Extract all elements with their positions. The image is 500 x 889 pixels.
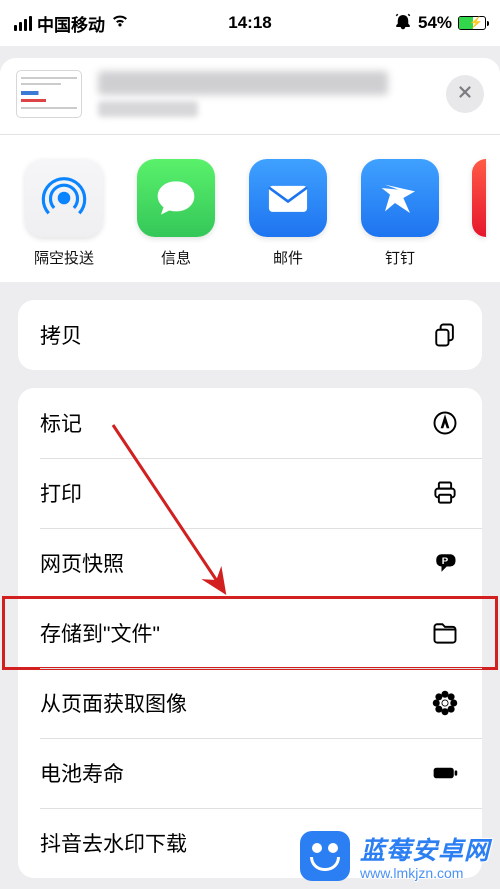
actions-block-main: 标记 打印 网页快照 P 存储到"文件" 从页面获取图像 电池寿命 [18, 388, 482, 878]
action-label: 打印 [40, 478, 82, 508]
clock: 14:18 [228, 13, 271, 33]
web-snapshot-icon: P [430, 549, 460, 577]
battery-icon: ⚡ [458, 16, 486, 30]
weibo-icon-partial [472, 159, 486, 237]
share-sheet-header [0, 58, 500, 134]
action-save-to-files[interactable]: 存储到"文件" [18, 598, 482, 668]
share-app-mail[interactable]: 邮件 [248, 159, 328, 268]
action-copy[interactable]: 拷贝 [18, 300, 482, 370]
action-label: 电池寿命 [40, 758, 124, 788]
share-app-label: 信息 [161, 247, 191, 268]
action-label: 网页快照 [40, 548, 124, 578]
folder-icon [430, 619, 460, 647]
battery-full-icon [430, 759, 460, 787]
actions-block-copy: 拷贝 [18, 300, 482, 370]
watermark-url: www.lmkjzn.com [360, 865, 490, 881]
copy-icon [430, 321, 460, 349]
cellular-signal-icon [14, 16, 32, 31]
svg-text:P: P [442, 556, 449, 567]
document-title-redacted [98, 71, 388, 95]
share-app-label: 隔空投送 [34, 247, 94, 268]
dingtalk-icon [361, 159, 439, 237]
action-web-snapshot[interactable]: 网页快照 P [18, 528, 482, 598]
action-label: 从页面获取图像 [40, 688, 187, 718]
share-app-label: 钉钉 [385, 247, 415, 268]
watermark-logo-icon [300, 831, 350, 881]
wifi-icon [110, 13, 130, 33]
action-label: 标记 [40, 408, 82, 438]
share-app-airdrop[interactable]: 隔空投送 [24, 159, 104, 268]
document-thumbnail [16, 70, 82, 118]
share-app-more-peek[interactable] [472, 159, 486, 268]
markup-icon [430, 409, 460, 437]
action-battery-life[interactable]: 电池寿命 [18, 738, 482, 808]
action-label: 拷贝 [40, 320, 82, 350]
messages-icon [137, 159, 215, 237]
share-app-label: 邮件 [273, 247, 303, 268]
share-app-messages[interactable]: 信息 [136, 159, 216, 268]
status-bar: 中国移动 14:18 54% ⚡ [0, 0, 500, 46]
watermark-text: 蓝莓安卓网 [360, 831, 490, 867]
share-app-dingtalk[interactable]: 钉钉 [360, 159, 440, 268]
action-markup[interactable]: 标记 [18, 388, 482, 458]
action-get-images[interactable]: 从页面获取图像 [18, 668, 482, 738]
close-button[interactable] [446, 75, 484, 113]
airdrop-icon [25, 159, 103, 237]
action-print[interactable]: 打印 [18, 458, 482, 528]
flower-icon [430, 689, 460, 717]
mail-icon [249, 159, 327, 237]
print-icon [430, 479, 460, 507]
action-label: 抖音去水印下载 [40, 828, 187, 858]
close-icon [456, 83, 474, 106]
document-subtitle-redacted [98, 101, 198, 117]
alarm-icon [394, 12, 412, 35]
action-label: 存储到"文件" [40, 618, 160, 648]
watermark: 蓝莓安卓网 www.lmkjzn.com [300, 831, 490, 881]
battery-pct: 54% [418, 13, 452, 33]
share-apps-row[interactable]: 隔空投送 信息 邮件 钉钉 [0, 135, 500, 282]
carrier-label: 中国移动 [37, 11, 105, 36]
